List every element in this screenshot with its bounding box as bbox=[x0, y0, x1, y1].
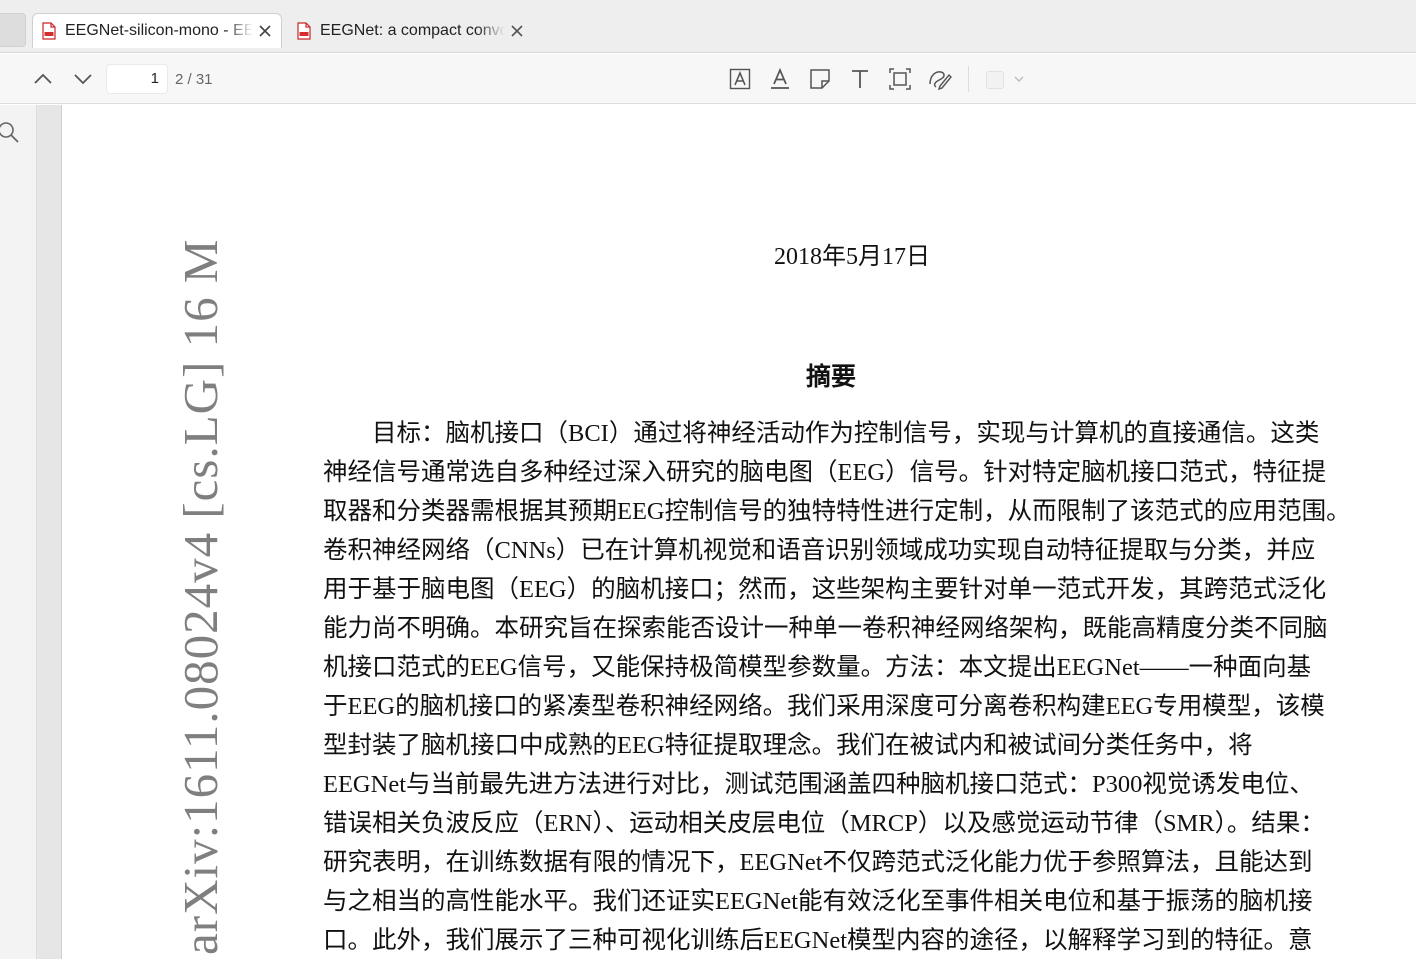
left-sidebar bbox=[0, 105, 37, 959]
page-gutter bbox=[37, 105, 62, 959]
abstract-line: 研究表明，在训练数据有限的情况下，EEGNet不仅跨范式泛化能力优于参照算法，且… bbox=[323, 849, 1313, 876]
abstract-line: 与之相当的高性能水平。我们还证实EEGNet能有效泛化至事件相关电位和基于振荡的… bbox=[323, 888, 1313, 915]
page-number-input[interactable]: 1 bbox=[106, 64, 168, 94]
underline-text-button[interactable] bbox=[767, 66, 793, 92]
draw-button[interactable] bbox=[927, 66, 953, 92]
search-icon[interactable] bbox=[0, 120, 22, 146]
tab-bar: EEGNet-silicon-mono - EEGNet-silicon-mon… bbox=[0, 0, 1416, 53]
abstract-line: 于EEG的脑机接口的紧凑型卷积神经网络。我们采用深度可分离卷积构建EEG专用模型… bbox=[323, 693, 1325, 720]
toolbar-divider bbox=[968, 66, 969, 92]
tab-eegnet-compact[interactable]: EEGNet: a compact convolutional neural n… bbox=[288, 13, 533, 48]
select-area-icon bbox=[889, 68, 911, 90]
note-button[interactable] bbox=[807, 66, 833, 92]
tab-eegnet-silicon-mono[interactable]: EEGNet-silicon-mono - EEGNet-silicon-mon… bbox=[32, 13, 282, 48]
text-underline-icon bbox=[771, 67, 789, 89]
text-tool-icon bbox=[852, 70, 868, 88]
abstract-line: 机接口范式的EEG信号，又能保持极简模型参数量。方法：本文提出EEGNet——一… bbox=[323, 654, 1312, 681]
pdf-file-icon bbox=[297, 21, 311, 40]
abstract-line: 目标：脑机接口（BCI）通过将神经活动作为控制信号，实现与计算机的直接通信。这类 bbox=[323, 420, 1320, 447]
page-total: 2 / 31 bbox=[175, 71, 213, 88]
color-picker-button[interactable] bbox=[986, 71, 1004, 89]
abstract-line: 用于基于脑电图（EEG）的脑机接口；然而，这些架构主要针对单一范式开发，其跨范式… bbox=[323, 576, 1327, 603]
chevron-up-icon bbox=[34, 73, 52, 84]
document-page: arXiv:1611.08024v4 [cs.LG] 16 M 2018年5月1… bbox=[62, 105, 1416, 959]
chevron-down-icon bbox=[74, 74, 92, 85]
abstract-line: 神经信号通常选自多种经过深入研究的脑电图（EEG）信号。针对特定脑机接口范式，特… bbox=[323, 459, 1327, 486]
text-tool-button[interactable] bbox=[847, 66, 873, 92]
collapsed-tab[interactable] bbox=[0, 13, 26, 47]
area-text-button[interactable] bbox=[727, 66, 753, 92]
close-icon[interactable] bbox=[257, 23, 273, 39]
abstract-line: 取器和分类器需根据其预期EEG控制信号的独特特性进行定制，从而限制了该范式的应用… bbox=[323, 498, 1351, 525]
tab-title: EEGNet-silicon-mono - EEGNet-silicon-mon… bbox=[65, 22, 253, 39]
tab-title: EEGNet: a compact convolutional neural n… bbox=[320, 21, 505, 39]
area-text-icon bbox=[729, 68, 751, 90]
close-icon[interactable] bbox=[509, 23, 525, 39]
draw-icon bbox=[929, 71, 952, 91]
abstract-line: 口。此外，我们展示了三种可视化训练后EEGNet模型内容的途径，以解释学习到的特… bbox=[323, 927, 1313, 954]
abstract-line: EEGNet与当前最先进方法进行对比，测试范围涵盖四种脑机接口范式：P300视觉… bbox=[323, 771, 1314, 798]
arxiv-stamp: arXiv:1611.08024v4 [cs.LG] 16 M bbox=[173, 238, 228, 955]
prev-page-button[interactable] bbox=[30, 66, 56, 92]
select-area-button[interactable] bbox=[887, 66, 913, 92]
pdf-file-icon bbox=[42, 22, 56, 40]
document-date: 2018年5月17日 bbox=[774, 244, 930, 270]
abstract-line: 能力尚不明确。本研究旨在探索能否设计一种单一卷积神经网络架构，既能高精度分类不同… bbox=[323, 615, 1328, 642]
abstract-text: 目标：脑机接口（BCI）通过将神经活动作为控制信号，实现与计算机的直接通信。这类… bbox=[323, 414, 1413, 959]
abstract-heading: 摘要 bbox=[806, 364, 857, 391]
abstract-line: 型封装了脑机接口中成熟的EEG特征提取理念。我们在被试内和被试间分类任务中，将 bbox=[323, 732, 1253, 759]
next-page-button[interactable] bbox=[70, 66, 96, 92]
abstract-line: 卷积神经网络（CNNs）已在计算机视觉和语音识别领域成功实现自动特征提取与分类，… bbox=[323, 537, 1316, 564]
note-icon bbox=[810, 69, 830, 89]
chevron-down-icon[interactable] bbox=[1012, 72, 1026, 86]
abstract-line: 错误相关负波反应（ERN）、运动相关皮层电位（MRCP）以及感觉运动节律（SMR… bbox=[323, 810, 1325, 837]
